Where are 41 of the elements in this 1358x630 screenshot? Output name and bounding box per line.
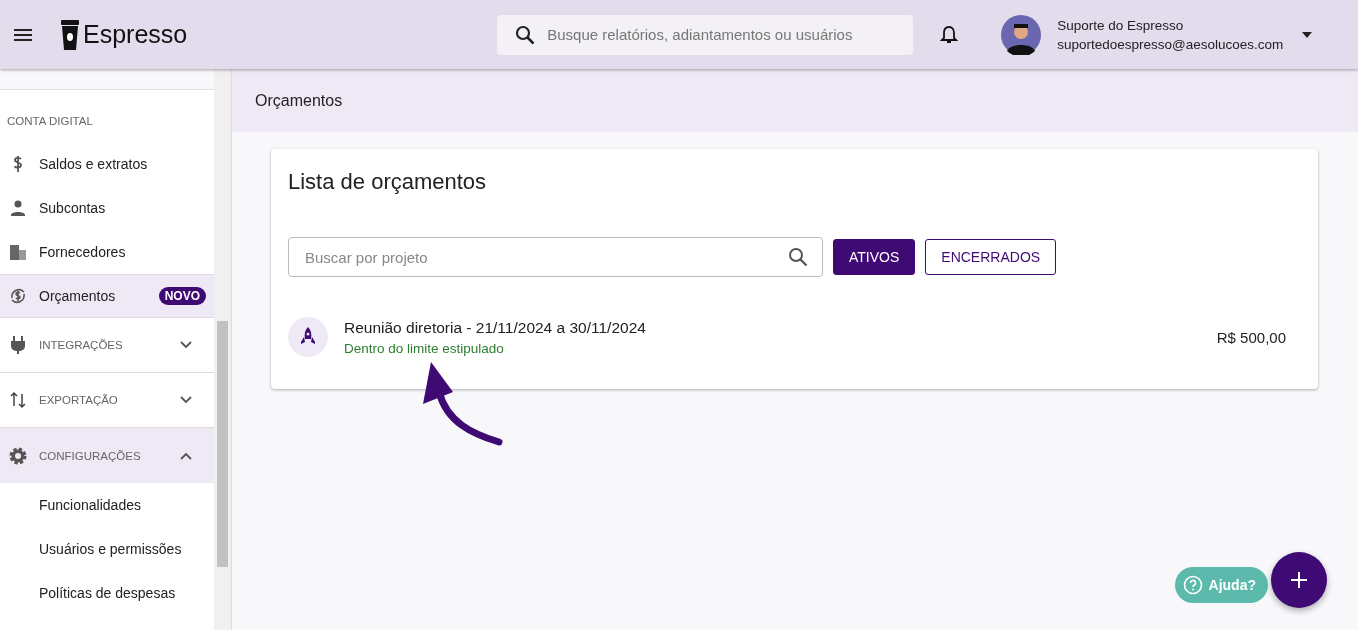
- plus-icon: [1290, 571, 1308, 589]
- page-title: Orçamentos: [255, 91, 343, 110]
- user-name: Suporte do Espresso: [1057, 17, 1185, 33]
- coffee-cup-icon: [60, 19, 80, 50]
- sidebar-item[interactable]: Saldos e extratos: [0, 142, 214, 186]
- card-title: Lista de orçamentos: [288, 169, 488, 195]
- section-label: CONTA DIGITAL: [6, 114, 94, 129]
- plug-icon: [8, 335, 28, 355]
- budget-amount: R$ 500,00: [1216, 328, 1286, 346]
- sidebar-item[interactable]: Subcontas: [0, 186, 214, 230]
- chevron-down-icon: [180, 341, 192, 349]
- budget-status: Dentro do limite estipulado: [344, 340, 505, 356]
- help-icon: [1182, 575, 1203, 595]
- brand-name: Espresso: [83, 20, 188, 49]
- filter-button[interactable]: ENCERRADOS: [925, 239, 1057, 275]
- menu-icon[interactable]: [14, 28, 32, 41]
- budget-title: Reunião diretoria - 21/11/2024 a 30/11/2024: [344, 318, 647, 337]
- search-icon: [788, 247, 808, 267]
- sidebar-item[interactable]: Orçamentos NOVO: [0, 274, 214, 318]
- user-email: suportedoespresso@aesolucoes.com: [1057, 36, 1284, 52]
- sidebar-item[interactable]: Fornecedores: [0, 230, 214, 274]
- scrollbar[interactable]: [214, 69, 232, 630]
- rocket-icon: [288, 317, 328, 357]
- new-badge: NOVO: [158, 287, 206, 305]
- filter-button[interactable]: ATIVOS: [833, 239, 916, 275]
- gear-icon: [8, 445, 28, 466]
- person-icon: [8, 198, 28, 218]
- sidebar-item[interactable]: Funcionalidades: [0, 483, 214, 527]
- search-icon: [515, 24, 536, 45]
- building-icon: [8, 242, 28, 262]
- sidebar-item[interactable]: Políticas de despesas: [0, 571, 214, 615]
- avatar: [1001, 14, 1042, 55]
- sidebar-group[interactable]: CONFIGURAÇÕES: [0, 428, 214, 483]
- chevron-up-icon: [180, 451, 192, 460]
- budget-icon: [8, 286, 28, 306]
- arrows-icon: [8, 390, 28, 410]
- dropdown-icon[interactable]: [1302, 31, 1313, 38]
- chevron-down-icon: [180, 396, 192, 404]
- add-button[interactable]: [1271, 552, 1327, 608]
- sidebar-item[interactable]: Usuários e permissões: [0, 527, 214, 571]
- bell-icon[interactable]: [940, 24, 959, 45]
